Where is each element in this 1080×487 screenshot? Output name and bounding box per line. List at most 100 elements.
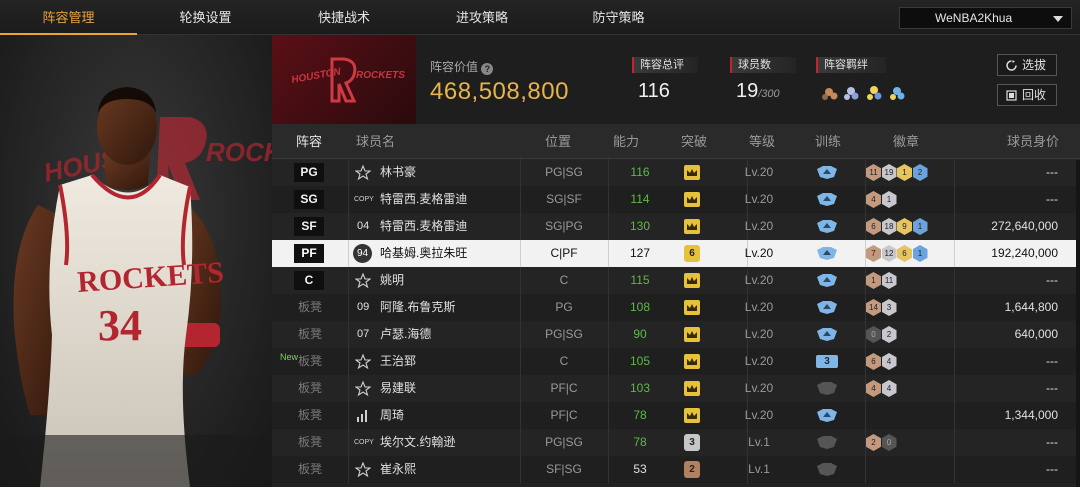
player-name[interactable]: 林书豪 — [380, 159, 416, 186]
lineup-slot[interactable]: 板凳 — [272, 402, 348, 429]
lineup-slot[interactable]: 板凳 — [272, 321, 348, 348]
player-name[interactable]: 崔永熙 — [380, 456, 416, 483]
player-name[interactable]: 王治郅 — [380, 348, 416, 375]
chemistry-silver-icon — [844, 87, 859, 100]
training-icon[interactable] — [816, 274, 838, 287]
team-rating-value: 116 — [638, 80, 670, 102]
recycle-button[interactable]: 回收 — [997, 84, 1057, 106]
lineup-slot[interactable]: SG — [294, 190, 324, 209]
training-icon[interactable] — [816, 436, 838, 449]
player-portrait: HOUST ROCK ROCKETS 34 — [0, 35, 272, 487]
tab-quick-tactics[interactable]: 快捷战术 — [274, 0, 414, 35]
player-name[interactable]: 埃尔文.约翰逊 — [380, 429, 455, 456]
badge-list[interactable]: 02 — [866, 326, 897, 344]
chemistry-icons[interactable] — [820, 81, 912, 108]
badge-list[interactable]: 6 18 9 1 — [866, 218, 928, 236]
player-name[interactable]: 易建联 — [380, 375, 416, 402]
player-name[interactable]: 阿隆.布鲁克斯 — [380, 294, 455, 321]
training-level[interactable]: 3 — [816, 355, 838, 368]
training-icon[interactable] — [816, 247, 838, 260]
player-ability: 78 — [633, 435, 647, 449]
table-row[interactable]: PG 林书豪 PG|SG 116 Lv.20 11 19 1 2 --- — [272, 159, 1080, 186]
badge-list[interactable]: 64 — [866, 353, 897, 371]
star-icon — [355, 354, 371, 370]
table-row[interactable]: 板凳 周琦 PF|C 78 Lv.20 1,344,000 — [272, 402, 1080, 429]
lineup-slot[interactable]: C — [294, 271, 324, 290]
col-badges[interactable]: 徽章 — [893, 124, 919, 159]
training-icon[interactable] — [816, 193, 838, 206]
table-row[interactable]: 板凳 07 卢瑟.海德 PG|SG 90 Lv.20 0 2 640,000 — [272, 321, 1080, 348]
roster-table: 阵容 球员名 位置 能力 突破 等级 训练 徽章 球员身价 PG 林书豪 PG|SG… — [272, 124, 1080, 487]
badge-list[interactable]: 1 11 — [866, 272, 897, 290]
help-icon[interactable]: ? — [481, 63, 494, 75]
player-level: Lv.20 — [744, 273, 774, 287]
tab-offense-strategy[interactable]: 进攻策略 — [414, 0, 550, 35]
table-row[interactable]: 板凳 New 王治郅 C 105 Lv.20 3 6 4 --- — [272, 348, 1080, 375]
badge-count: 6 — [897, 245, 912, 262]
player-position: PF|C — [550, 408, 578, 422]
lineup-slot[interactable]: SF — [294, 217, 324, 236]
select-button[interactable]: 选拔 — [997, 54, 1057, 76]
player-name[interactable]: 哈基姆.奥拉朱旺 — [380, 240, 467, 267]
lineup-slot[interactable]: 板凳 — [272, 429, 348, 456]
table-row[interactable]: SG COPY 特雷西.麦格雷迪 SG|SF 114 Lv.20 4 1 --- — [272, 186, 1080, 213]
badge-list[interactable]: 11 19 1 2 — [866, 164, 928, 182]
badge-list[interactable]: 7 12 6 1 — [866, 245, 928, 263]
table-row[interactable]: 板凳 易建联 PF|C 103 Lv.20 4 4 --- — [272, 375, 1080, 402]
training-icon[interactable] — [816, 301, 838, 314]
player-position: C — [559, 273, 569, 287]
lineup-slot[interactable]: 板凳 — [272, 294, 348, 321]
lineup-slot[interactable]: 板凳 — [272, 456, 348, 483]
col-player-value[interactable]: 球员身价 — [1007, 124, 1059, 159]
training-icon[interactable] — [816, 328, 838, 341]
crown-icon — [684, 219, 700, 234]
training-icon[interactable] — [816, 382, 838, 395]
player-name[interactable]: 姚明 — [380, 267, 404, 294]
badge-list[interactable]: 44 — [866, 380, 897, 398]
player-name[interactable]: 特雷西.麦格雷迪 — [380, 213, 467, 240]
rockets-logo: HOUSTON ROCKETS — [291, 57, 405, 103]
badge-count: 4 — [881, 353, 897, 370]
col-level[interactable]: 等级 — [749, 124, 775, 159]
player-name[interactable]: 特雷西.麦格雷迪 — [380, 186, 467, 213]
table-row[interactable]: 板凳 COPY 埃尔文.约翰逊 PG|SG 78 3 Lv.1 2 0 --- — [272, 429, 1080, 456]
col-breakthrough[interactable]: 突破 — [681, 124, 707, 159]
chevron-down-icon — [1053, 16, 1063, 22]
crown-icon — [684, 327, 700, 342]
col-training[interactable]: 训练 — [815, 124, 841, 159]
col-position[interactable]: 位置 — [545, 124, 571, 159]
training-icon[interactable] — [816, 463, 838, 476]
tab-defense-strategy[interactable]: 防守策略 — [550, 0, 687, 35]
player-value: --- — [1046, 462, 1058, 476]
training-icon[interactable] — [816, 166, 838, 179]
badge-count: 18 — [881, 218, 897, 235]
tab-lineup-management[interactable]: 阵容管理 — [0, 0, 137, 35]
table-row[interactable]: PF 94 哈基姆.奥拉朱旺 C|PF 127 6 Lv.20 7 12 6 1 192,240,00… — [272, 240, 1080, 267]
lineup-slot[interactable]: PG — [294, 163, 324, 182]
table-row[interactable]: SF 04 特雷西.麦格雷迪 SG|PG 130 Lv.20 6 18 9 1 272,640,00… — [272, 213, 1080, 240]
tab-rotation-settings[interactable]: 轮换设置 — [137, 0, 274, 35]
badge-list[interactable]: 14 3 — [866, 299, 897, 317]
recycle-icon — [1006, 90, 1017, 101]
training-icon[interactable] — [816, 220, 838, 233]
player-ability: 115 — [630, 273, 650, 287]
player-name[interactable]: 周琦 — [380, 402, 404, 429]
table-row[interactable]: C 姚明 C 115 Lv.20 1 11 --- — [272, 267, 1080, 294]
player-name[interactable]: 卢瑟.海德 — [380, 321, 431, 348]
col-player-name[interactable]: 球员名 — [356, 124, 395, 159]
table-row[interactable]: 板凳 崔永熙 SF|SG 53 2 Lv.1 --- — [272, 456, 1080, 483]
training-icon[interactable] — [816, 409, 838, 422]
account-dropdown[interactable]: WeNBA2Khua — [899, 7, 1072, 29]
badge-count: 14 — [866, 299, 881, 316]
badge-list[interactable]: 20 — [866, 434, 897, 452]
lineup-slot[interactable]: PF — [294, 244, 324, 263]
player-value: --- — [1046, 381, 1058, 395]
badge-list[interactable]: 41 — [866, 191, 897, 209]
table-row[interactable]: 板凳 09 阿隆.布鲁克斯 PG 108 Lv.20 14 3 1,644,800 — [272, 294, 1080, 321]
col-ability[interactable]: 能力 — [613, 124, 639, 159]
crown-icon — [684, 273, 700, 288]
lineup-slot[interactable]: 板凳 — [272, 375, 348, 402]
badge-count: 9 — [897, 218, 912, 235]
col-lineup[interactable]: 阵容 — [296, 124, 322, 159]
scrollbar[interactable] — [1076, 160, 1080, 487]
